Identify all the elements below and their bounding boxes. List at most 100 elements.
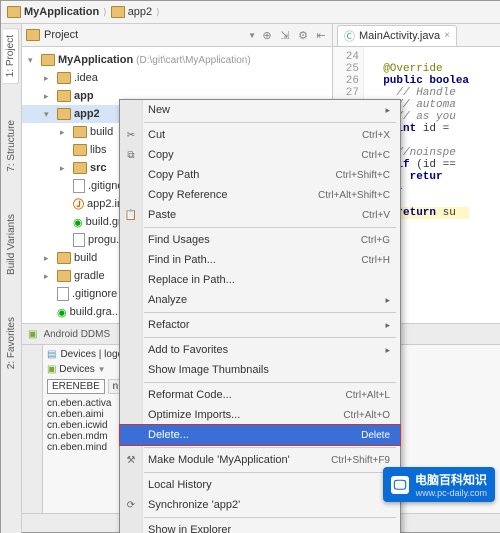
paste-icon: 📋 [124,210,138,221]
editor-tab[interactable]: Ⓒ MainActivity.java × [337,25,457,46]
android-icon: ▣ [28,329,37,340]
build-icon: ⚒ [124,455,138,466]
chevron-right-icon[interactable]: ▸ [44,253,54,264]
gradle-icon: ◉ [57,306,67,319]
file-icon [73,233,85,247]
breadcrumb-bar: MyApplication ⟩ app2 ⟩ [1,1,500,24]
folder-icon [73,144,87,156]
ddms-title: Android DDMS [43,329,110,340]
breadcrumb-item[interactable]: app2 [111,6,152,18]
gear-icon[interactable]: ⚙ [296,28,310,42]
devices-label: Devices [59,364,95,375]
folder-icon [73,162,87,174]
folder-icon [41,54,55,66]
watermark-url: www.pc-daily.com [415,488,487,498]
devices-icon: ▤ [47,349,56,360]
android-icon: ▣ [47,364,56,375]
tab-structure[interactable]: 7: Structure [4,114,19,178]
folder-icon [57,90,71,102]
file-icon [73,179,85,193]
menu-add-favorites[interactable]: Add to Favorites▸ [120,340,400,360]
left-tabstrip: 1: Project 7: Structure Build Variants 2… [1,24,22,533]
folder-icon [73,126,87,138]
java-icon: Ⓒ [344,28,355,44]
folder-icon [111,6,125,18]
chevron-right-icon: ▸ [385,345,390,356]
menu-make-module[interactable]: ⚒Make Module 'MyApplication'Ctrl+Shift+F… [120,450,400,470]
menu-copy[interactable]: ⧉CopyCtrl+C [120,145,400,165]
tree-item[interactable]: gradle [74,270,105,282]
chevron-right-icon: ▸ [385,295,390,306]
chevron-down-icon[interactable]: ▾ [28,55,38,66]
tree-item[interactable]: src [90,162,107,174]
chevron-right-icon[interactable]: ▸ [60,163,70,174]
collapse-icon[interactable]: ⇲ [278,28,292,42]
context-menu: New▸ ✂CutCtrl+X ⧉CopyCtrl+C Copy PathCtr… [119,99,401,533]
chevron-right-icon: ⟩ [156,7,160,18]
menu-synchronize[interactable]: ⟳Synchronize 'app2' [120,495,400,515]
tree-item[interactable]: build [90,126,113,138]
menu-delete[interactable]: Delete...Delete [120,425,400,445]
cut-icon: ✂ [124,130,138,141]
tree-item[interactable]: .idea [74,72,98,84]
menu-copy-reference[interactable]: Copy ReferenceCtrl+Alt+Shift+C [120,185,400,205]
target-icon[interactable]: ⊕ [260,28,274,42]
tree-item[interactable]: build [74,252,97,264]
tree-root-path: (D:\git\cart\MyApplication) [136,55,250,66]
chevron-right-icon: ⟩ [103,7,107,18]
menu-show-thumbnails[interactable]: Show Image Thumbnails [120,360,400,380]
menu-analyze[interactable]: Analyze▸ [120,290,400,310]
tab-favorites[interactable]: 2: Favorites [4,311,19,375]
menu-find-in-path[interactable]: Find in Path...Ctrl+H [120,250,400,270]
monitor-icon: 🖵 [391,476,409,494]
menu-new[interactable]: New▸ [120,100,400,120]
tree-item[interactable]: libs [90,144,107,156]
tree-item-app2[interactable]: app2 [74,108,100,120]
breadcrumb-root[interactable]: MyApplication [7,6,99,18]
device-item[interactable]: ERENEBE [47,379,105,394]
chevron-right-icon[interactable]: ▸ [44,73,54,84]
chevron-right-icon: ▸ [385,320,390,331]
copy-icon: ⧉ [124,150,138,161]
menu-optimize-imports[interactable]: Optimize Imports...Ctrl+Alt+O [120,405,400,425]
watermark-brand: 电脑百科知识 [415,471,487,488]
folder-icon [57,72,71,84]
tab-build-variants[interactable]: Build Variants [4,208,19,281]
menu-local-history[interactable]: Local History▸ [120,475,400,495]
menu-find-usages[interactable]: Find UsagesCtrl+G [120,230,400,250]
folder-icon [57,270,71,282]
tree-root-label[interactable]: MyApplication [58,54,133,66]
close-icon[interactable]: × [444,30,450,41]
folder-icon [57,108,71,120]
project-tool-title: Project [44,29,244,41]
menu-paste[interactable]: 📋PasteCtrl+V [120,205,400,225]
editor-tab-label: MainActivity.java [359,30,440,42]
iml-icon: Ⓙ [73,196,84,212]
devices-logcat-tab[interactable]: Devices | logca [60,349,128,360]
folder-icon [7,6,21,18]
menu-reformat-code[interactable]: Reformat Code...Ctrl+Alt+L [120,385,400,405]
chevron-down-icon[interactable]: ▾ [44,109,54,120]
tree-item[interactable]: app [74,90,94,102]
chevron-right-icon[interactable]: ▸ [44,271,54,282]
folder-icon [57,252,71,264]
tree-item[interactable]: .gitignore [72,288,117,300]
chevron-right-icon: ▸ [385,105,390,116]
watermark-badge: 🖵 电脑百科知识 www.pc-daily.com [383,467,495,502]
tab-project[interactable]: 1: Project [3,28,19,84]
hide-icon[interactable]: ⇤ [314,28,328,42]
chevron-right-icon[interactable]: ▸ [60,127,70,138]
file-icon [57,287,69,301]
gradle-icon: ◉ [73,216,83,229]
tree-item[interactable]: build.gra... [70,306,121,318]
project-tool-header: Project ▼ ⊕ ⇲ ⚙ ⇤ [22,24,332,47]
menu-refactor[interactable]: Refactor▸ [120,315,400,335]
menu-copy-path[interactable]: Copy PathCtrl+Shift+C [120,165,400,185]
menu-show-in-explorer[interactable]: Show in Explorer [120,520,400,533]
chevron-right-icon[interactable]: ▸ [44,91,54,102]
project-icon [26,29,40,41]
menu-cut[interactable]: ✂CutCtrl+X [120,125,400,145]
editor-tabbar: Ⓒ MainActivity.java × [333,24,500,47]
dropdown-icon[interactable]: ▼ [248,31,256,40]
menu-replace-in-path[interactable]: Replace in Path... [120,270,400,290]
